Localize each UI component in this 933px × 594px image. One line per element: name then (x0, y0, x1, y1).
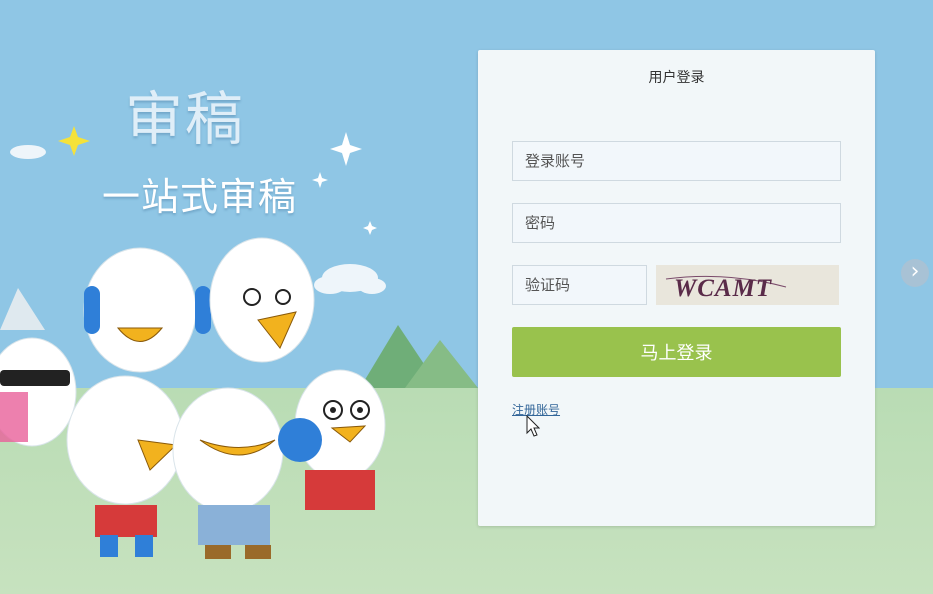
captcha-image[interactable]: WCAMT (656, 265, 839, 305)
chevron-right-icon: › (910, 259, 920, 284)
captcha-text: WCAMT (674, 275, 773, 302)
hero-title: 审稿 (125, 85, 246, 153)
login-title: 用户登录 (648, 70, 705, 86)
captcha-glyphs: WCAMT (665, 275, 787, 302)
hero-slogan: 一站式审稿 (102, 175, 298, 219)
login-button[interactable]: 马上登录 (512, 327, 841, 377)
carousel-next-button[interactable]: › (901, 259, 929, 287)
mouse-cursor-icon (526, 415, 540, 437)
login-panel: 用户登录 WCAMT 马上登录 注册账号 (478, 50, 875, 526)
account-input[interactable] (512, 141, 841, 181)
captcha-input[interactable] (512, 265, 647, 305)
password-input[interactable] (512, 203, 841, 243)
